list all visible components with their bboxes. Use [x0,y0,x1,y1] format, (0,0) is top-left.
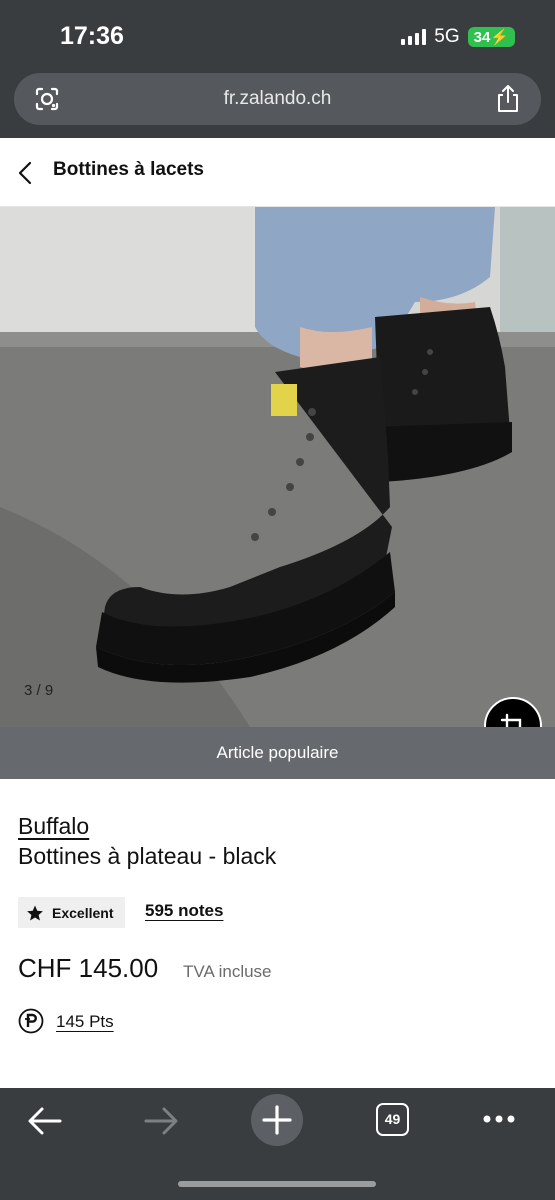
battery-indicator: 34⚡ [467,27,515,47]
tab-count: 49 [384,1111,401,1127]
page-header: Bottines à lacets [0,138,555,207]
battery-level: 34 [473,29,491,46]
share-icon[interactable] [495,84,521,114]
status-time: 17:36 [60,22,124,50]
status-right: 5G 34⚡ [401,26,515,48]
brand-link[interactable]: Buffalo [18,813,89,840]
url-text[interactable]: fr.zalando.ch [14,88,541,110]
network-type: 5G [434,26,460,47]
image-counter: 3 / 9 [24,682,54,699]
tabs-button[interactable]: 49 [376,1103,409,1136]
new-tab-button[interactable] [251,1094,303,1146]
points-link[interactable]: 145 Pts [56,1012,114,1032]
star-icon [27,905,43,920]
page-title: Bottines à lacets [53,159,204,180]
reviews-link[interactable]: 595 notes [145,901,223,921]
points-p-icon [18,1008,44,1034]
vat-note: TVA incluse [183,962,272,981]
signal-icon [401,29,427,45]
plus-icon [262,1105,292,1135]
home-indicator[interactable] [178,1181,376,1187]
chevron-left-icon[interactable] [16,160,36,186]
product-image[interactable]: 3 / 9 [0,207,555,727]
rating-label: Excellent [52,904,114,921]
status-bar: 17:36 5G 34⚡ [0,0,555,70]
boot-illustration [0,207,555,727]
rating-badge: Excellent [18,897,126,928]
more-dots-icon[interactable] [482,1113,516,1125]
browser-bar: fr.zalando.ch [0,70,555,138]
price: CHF 145.00 [18,953,159,983]
arrow-left-icon[interactable] [26,1104,64,1138]
arrow-right-icon[interactable] [142,1104,180,1138]
charging-icon: ⚡ [490,29,509,46]
product-name: Bottines à plateau - black [18,843,277,869]
url-bar[interactable]: fr.zalando.ch [14,73,541,125]
popular-banner: Article populaire [0,727,555,779]
